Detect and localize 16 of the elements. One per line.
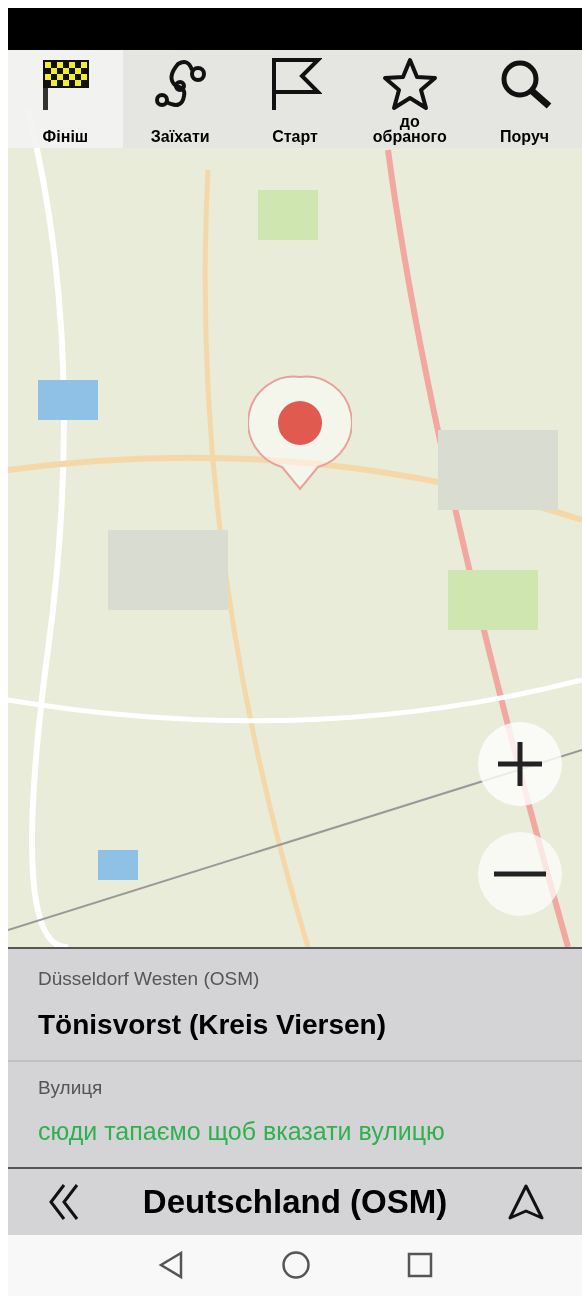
toolbar-tab[interactable]: Старт: [237, 50, 353, 148]
map-source-label: Düsseldorf Westen (OSM): [38, 967, 261, 991]
region-title: Deutschland (OSM): [142, 1182, 448, 1222]
toolbar-tab[interactable]: Заїхати: [122, 50, 238, 148]
star-icon: [381, 56, 438, 112]
triangle-icon: [507, 1182, 545, 1221]
toolbar-tab[interactable]: Фініш: [8, 50, 123, 148]
minus-icon: [494, 871, 546, 877]
double-chevron-left-icon: [48, 1182, 80, 1221]
home-nav-icon[interactable]: [281, 1250, 311, 1281]
recents-nav-icon[interactable]: [407, 1252, 433, 1279]
place-name[interactable]: Tönisvorst (Kreis Viersen): [38, 1006, 552, 1042]
toolbar-tab[interactable]: до обраного: [352, 50, 468, 148]
back-nav-icon[interactable]: [157, 1250, 185, 1281]
street-label: Вулиця: [38, 1075, 104, 1100]
toolbar-tab[interactable]: Поруч: [467, 50, 582, 148]
